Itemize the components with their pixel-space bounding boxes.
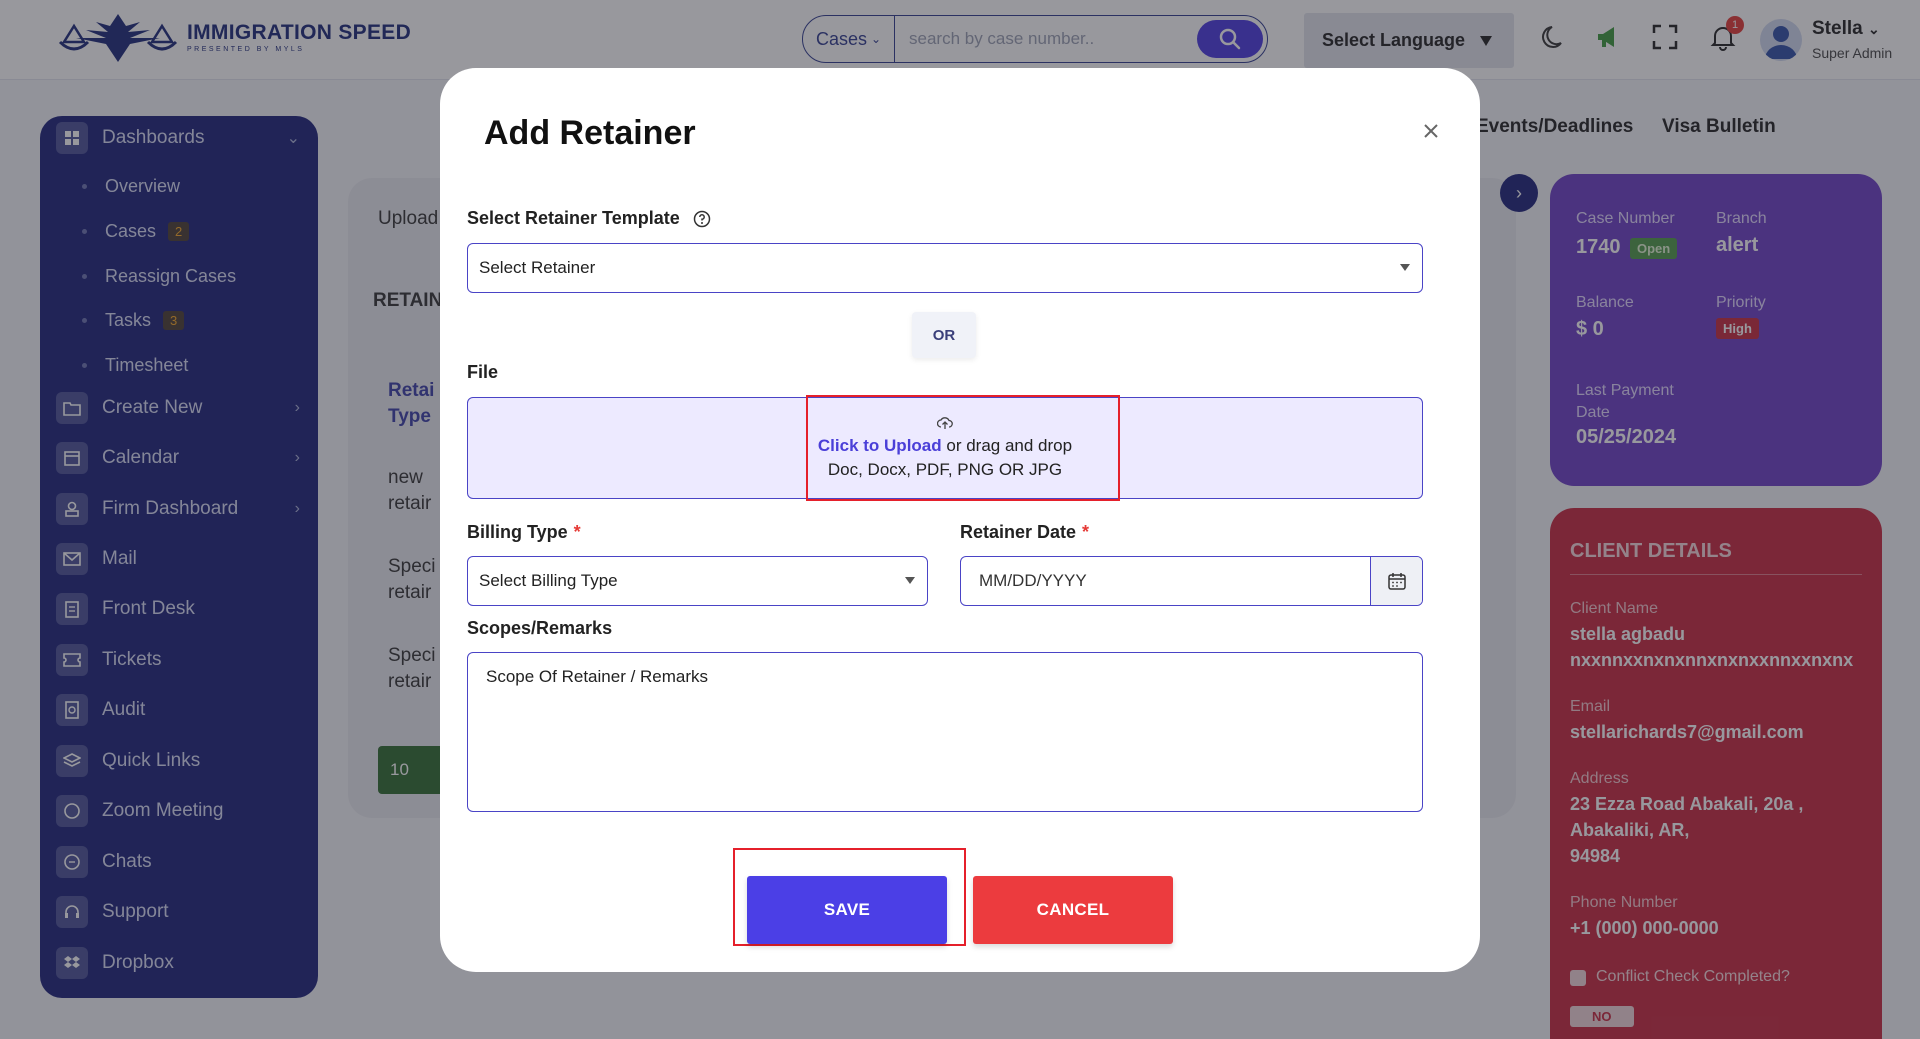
retainer-date-field bbox=[960, 556, 1423, 606]
close-icon[interactable] bbox=[1420, 120, 1442, 142]
required-asterisk: * bbox=[1082, 522, 1090, 542]
date-picker-button[interactable] bbox=[1370, 557, 1422, 605]
required-asterisk: * bbox=[573, 522, 581, 542]
caret-down-icon bbox=[1400, 264, 1410, 271]
save-button[interactable]: SAVE bbox=[747, 876, 947, 944]
modal-title: Add Retainer bbox=[484, 114, 696, 152]
billing-type-value: Select Billing Type bbox=[479, 571, 618, 590]
scopes-remarks-textarea[interactable] bbox=[467, 652, 1423, 812]
retainer-template-select[interactable]: Select Retainer bbox=[467, 243, 1423, 293]
billing-type-select[interactable]: Select Billing Type bbox=[467, 556, 928, 606]
retainer-date-label: Retainer Date * bbox=[960, 522, 1090, 542]
scopes-remarks-label: Scopes/Remarks bbox=[467, 618, 613, 638]
caret-down-icon bbox=[905, 577, 915, 584]
template-field-label: Select Retainer Template bbox=[467, 208, 711, 229]
retainer-template-value: Select Retainer bbox=[479, 258, 596, 277]
highlight-upload-box bbox=[806, 395, 1120, 501]
retainer-date-input[interactable] bbox=[961, 557, 1370, 605]
help-circle-icon[interactable] bbox=[693, 210, 711, 228]
or-divider: OR bbox=[912, 312, 976, 358]
file-field-label: File bbox=[467, 362, 499, 382]
add-retainer-modal: Add Retainer Select Retainer Template Se… bbox=[440, 68, 1480, 972]
cancel-button[interactable]: CANCEL bbox=[973, 876, 1173, 944]
calendar-icon bbox=[1387, 573, 1406, 590]
billing-type-label: Billing Type * bbox=[467, 522, 581, 542]
